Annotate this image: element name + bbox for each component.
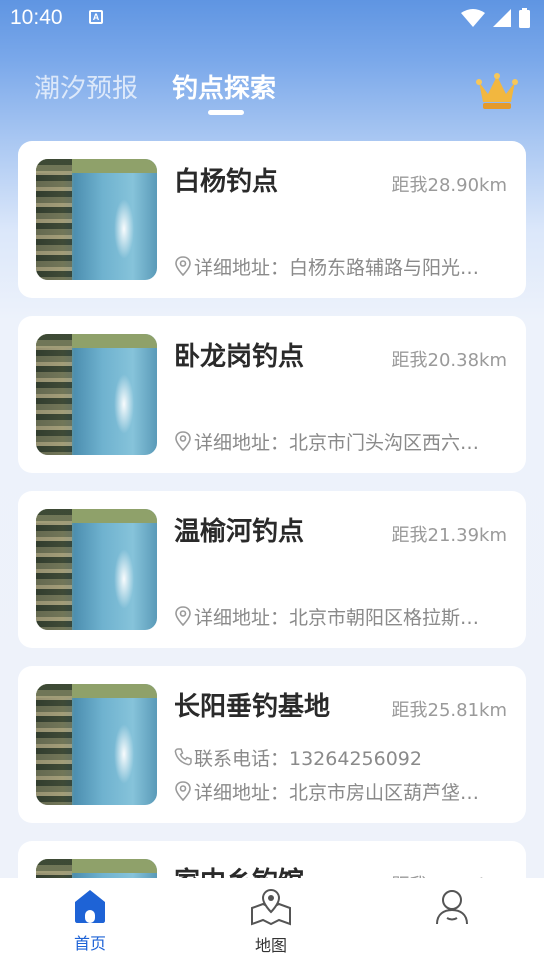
spot-distance: 距我28.90km — [391, 175, 508, 196]
spot-distance: 距我21.39km — [391, 525, 508, 546]
battery-icon — [519, 8, 530, 28]
crown-icon[interactable] — [476, 72, 518, 112]
spot-phone-row: 联系电话：13264256092 — [174, 745, 508, 769]
spot-name: 温榆河钓点 — [174, 517, 305, 547]
nav-home[interactable]: 首页 — [50, 888, 130, 954]
home-icon — [75, 890, 105, 923]
spot-card[interactable]: 温榆河钓点 距我21.39km 详细地址：北京市朝阳区格拉斯… — [18, 491, 526, 648]
signal-icon — [493, 9, 511, 27]
bottom-nav: 首页 地图 — [0, 878, 544, 968]
spot-address-row: 详细地址：北京市房山区葫芦垡… — [174, 779, 508, 803]
location-pin-icon — [175, 256, 191, 276]
spot-address: 详细地址：北京市朝阳区格拉斯… — [194, 606, 480, 629]
spot-address-row: 详细地址：北京市朝阳区格拉斯… — [174, 604, 508, 628]
location-pin-icon — [175, 606, 191, 626]
spot-address-row: 详细地址：白杨东路辅路与阳光… — [174, 254, 508, 278]
spot-address: 详细地址：北京市门头沟区西六… — [194, 431, 480, 454]
location-pin-icon — [175, 781, 191, 801]
active-tab-indicator — [208, 110, 244, 115]
status-bar: 10:40 A — [0, 0, 544, 36]
spot-name: 卧龙岗钓点 — [174, 342, 305, 372]
spot-thumbnail — [36, 334, 157, 455]
spot-thumbnail — [36, 159, 157, 280]
spot-distance: 距我25.81km — [391, 700, 508, 721]
spot-thumbnail — [36, 509, 157, 630]
nav-home-label: 首页 — [73, 934, 106, 953]
phone-icon — [174, 748, 192, 766]
tab-tide-forecast[interactable]: 潮汐预报 — [34, 68, 138, 105]
nav-map-label: 地图 — [254, 936, 287, 955]
status-icons — [461, 8, 530, 28]
spot-distance: 距我20.38km — [391, 350, 508, 371]
spot-address-row: 详细地址：北京市门头沟区西六… — [174, 429, 508, 453]
spot-name: 白杨钓点 — [174, 167, 279, 197]
spot-card[interactable]: 白杨钓点 距我28.90km 详细地址：白杨东路辅路与阳光… — [18, 141, 526, 298]
spot-card[interactable]: 卧龙岗钓点 距我20.38km 详细地址：北京市门头沟区西六… — [18, 316, 526, 473]
wifi-icon — [461, 9, 485, 27]
spot-name: 长阳垂钓基地 — [174, 692, 331, 722]
spot-address: 详细地址：北京市房山区葫芦垡… — [194, 781, 480, 804]
spot-phone[interactable]: 联系电话：13264256092 — [194, 745, 422, 770]
notification-a-icon: A — [89, 10, 103, 24]
nav-map[interactable]: 地图 — [231, 888, 311, 956]
spot-address: 详细地址：白杨东路辅路与阳光… — [194, 256, 480, 279]
nav-profile[interactable] — [412, 888, 492, 934]
tab-spot-explore[interactable]: 钓点探索 — [172, 68, 276, 105]
spot-card[interactable]: 长阳垂钓基地 距我25.81km 联系电话：13264256092 详细地址：北… — [18, 666, 526, 823]
spot-thumbnail — [36, 684, 157, 805]
location-pin-icon — [175, 431, 191, 451]
map-icon — [251, 888, 291, 926]
profile-icon — [436, 890, 468, 925]
status-time: 10:40 — [10, 6, 63, 29]
